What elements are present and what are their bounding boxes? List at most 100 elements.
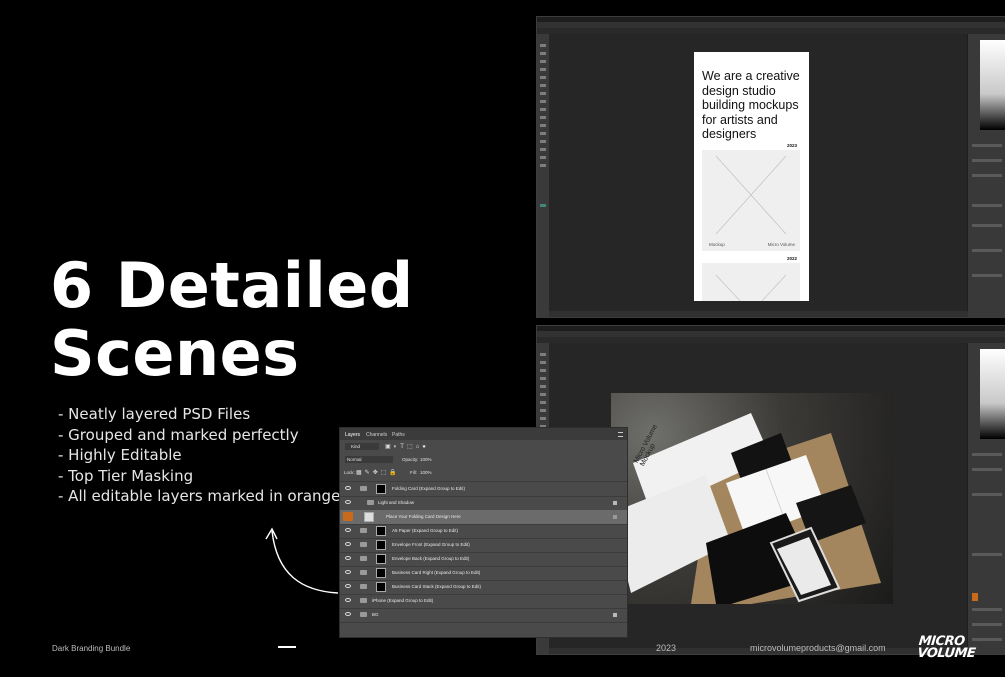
layer-row[interactable]: Envelope Back (Expand Group to Edit) bbox=[340, 552, 627, 567]
filter-kind-select[interactable]: Kind bbox=[345, 443, 379, 450]
layer-row[interactable]: A5 Paper (Expand Group to Edit) bbox=[340, 524, 627, 539]
folder-icon bbox=[360, 612, 367, 617]
editable-layer-orange-eye-icon[interactable] bbox=[343, 512, 353, 521]
footer-divider bbox=[278, 646, 296, 648]
layer-row[interactable]: BG bbox=[340, 608, 627, 623]
smart-object-icon bbox=[613, 515, 617, 519]
lock-label: Lock: bbox=[344, 470, 355, 475]
visibility-eye-icon[interactable] bbox=[345, 500, 351, 504]
visibility-eye-icon[interactable] bbox=[345, 598, 351, 602]
folder-icon bbox=[360, 584, 367, 589]
visibility-eye-icon[interactable] bbox=[345, 612, 351, 616]
feature-item: - Grouped and marked perfectly bbox=[58, 425, 299, 444]
layer-row-selected[interactable]: Place Your Folding Card Design Here bbox=[340, 510, 627, 525]
blend-row: Normal Opacity: 100% bbox=[340, 455, 627, 465]
image-placeholder: Mockup Micro Volume bbox=[702, 150, 800, 251]
visibility-eye-icon[interactable] bbox=[345, 486, 351, 490]
feature-item: - Top Tier Masking bbox=[58, 466, 194, 485]
layer-name: Folding Card (Expand Group to Edit) bbox=[392, 486, 466, 491]
filter-row: Kind ▣◐T⬚⌂● bbox=[340, 442, 627, 452]
folder-icon bbox=[360, 598, 367, 603]
folder-icon bbox=[360, 570, 367, 575]
layer-row[interactable]: Business Card Stack (Expand Group to Edi… bbox=[340, 580, 627, 595]
panel-menu-icon[interactable] bbox=[618, 432, 623, 437]
opacity-label: Opacity: bbox=[402, 457, 419, 462]
footer-email[interactable]: microvolumeproducts@gmail.com bbox=[750, 643, 886, 653]
folder-icon bbox=[360, 528, 367, 533]
folder-icon bbox=[367, 500, 374, 505]
lock-icon bbox=[613, 613, 617, 617]
layer-thumbnail bbox=[376, 582, 386, 592]
visibility-eye-icon[interactable] bbox=[345, 528, 351, 532]
blend-mode-select[interactable]: Normal bbox=[345, 456, 393, 463]
tab-paths[interactable]: Paths bbox=[392, 432, 405, 438]
layer-name: iPhone (Expand Group to Edit) bbox=[372, 598, 434, 603]
right-panels bbox=[967, 343, 1005, 654]
filter-kind-value: Kind bbox=[351, 444, 361, 449]
filter-icons[interactable]: ▣◐T⬚⌂● bbox=[385, 443, 429, 450]
headline-line-2: Scenes bbox=[50, 317, 300, 390]
headline-line-1: 6 Detailed bbox=[50, 249, 414, 322]
layer-row[interactable]: Light and Shadow bbox=[340, 496, 627, 511]
feature-item: - All editable layers marked in orange bbox=[58, 487, 341, 505]
layer-name: Business Card Stack (Expand Group to Edi… bbox=[392, 584, 482, 589]
arrow-icon bbox=[265, 527, 339, 594]
fill-input[interactable]: 100% bbox=[420, 470, 432, 475]
layer-name: Business Card Right (Expand Group to Edi… bbox=[392, 570, 481, 575]
layers-panel-tabs: Layers Channels Paths bbox=[340, 428, 627, 440]
caption-right: Micro Volume bbox=[767, 242, 795, 247]
layer-name: BG bbox=[372, 612, 379, 617]
folder-icon bbox=[360, 486, 367, 491]
layer-row[interactable]: Business Card Right (Expand Group to Edi… bbox=[340, 566, 627, 581]
blend-mode-value: Normal bbox=[347, 457, 362, 462]
poster-document: We are a creative design studio building… bbox=[694, 52, 809, 301]
feature-item: - Highly Editable bbox=[58, 446, 182, 464]
logo-line-2: VOLUME bbox=[916, 646, 977, 661]
visibility-eye-icon[interactable] bbox=[345, 556, 351, 560]
layer-row[interactable]: Envelope Front (Expand Group to Edit) bbox=[340, 538, 627, 553]
tab-channels[interactable]: Channels bbox=[366, 432, 387, 438]
feature-list: - Neatly layered PSD Files - Grouped and… bbox=[58, 404, 340, 507]
status-bar bbox=[549, 311, 968, 317]
layer-thumbnail bbox=[376, 568, 386, 578]
lock-icons[interactable]: ▦✎✥⬚🔒 bbox=[356, 469, 400, 476]
folder-icon bbox=[360, 542, 367, 547]
placeholder-cross-icon bbox=[715, 274, 787, 301]
layer-list: Folding Card (Expand Group to Edit) Ligh… bbox=[340, 481, 627, 637]
opacity-input[interactable]: 100% bbox=[420, 457, 432, 462]
image-placeholder-2 bbox=[702, 263, 800, 301]
layer-name: Place Your Folding Card Design Here bbox=[386, 514, 461, 519]
visibility-eye-icon[interactable] bbox=[345, 542, 351, 546]
smart-object-thumbnail bbox=[364, 512, 374, 522]
layers-panel: Layers Channels Paths Kind ▣◐T⬚⌂● Normal… bbox=[339, 427, 628, 638]
footer-bundle-name: Dark Branding Bundle bbox=[52, 644, 131, 653]
feature-item: - Neatly layered PSD Files bbox=[58, 405, 251, 423]
visibility-eye-icon[interactable] bbox=[345, 570, 351, 574]
brand-logo: MICRO VOLUME bbox=[916, 634, 980, 661]
poster-headline: We are a creative design studio building… bbox=[702, 69, 800, 141]
layer-name: Light and Shadow bbox=[378, 500, 415, 505]
fill-label: Fill: bbox=[410, 470, 417, 475]
mockup-scene-image: Micro Volume Mockup bbox=[611, 393, 893, 604]
layer-thumbnail bbox=[376, 554, 386, 564]
tab-layers[interactable]: Layers bbox=[345, 432, 360, 438]
visibility-eye-icon[interactable] bbox=[345, 584, 351, 588]
layer-row[interactable]: Folding Card (Expand Group to Edit) bbox=[340, 482, 627, 497]
right-panels bbox=[967, 34, 1005, 317]
poster-year-2: 2022 bbox=[786, 256, 797, 261]
folder-icon bbox=[360, 556, 367, 561]
layer-name: Envelope Front (Expand Group to Edit) bbox=[392, 542, 470, 547]
layer-thumbnail bbox=[376, 484, 386, 494]
layer-name: A5 Paper (Expand Group to Edit) bbox=[392, 528, 459, 533]
layer-row[interactable]: iPhone (Expand Group to Edit) bbox=[340, 594, 627, 609]
headline: 6 Detailed Scenes bbox=[50, 252, 470, 388]
lock-icon bbox=[613, 501, 617, 505]
lock-row: Lock: ▦✎✥⬚🔒 Fill: 100% bbox=[340, 468, 627, 478]
layer-thumbnail bbox=[376, 526, 386, 536]
layer-name: Envelope Back (Expand Group to Edit) bbox=[392, 556, 470, 561]
caption-left: Mockup bbox=[709, 242, 725, 247]
footer-year: 2023 bbox=[656, 643, 677, 653]
layer-thumbnail bbox=[376, 540, 386, 550]
poster-year: 2023 bbox=[786, 143, 797, 148]
placeholder-cross-icon bbox=[715, 155, 787, 235]
